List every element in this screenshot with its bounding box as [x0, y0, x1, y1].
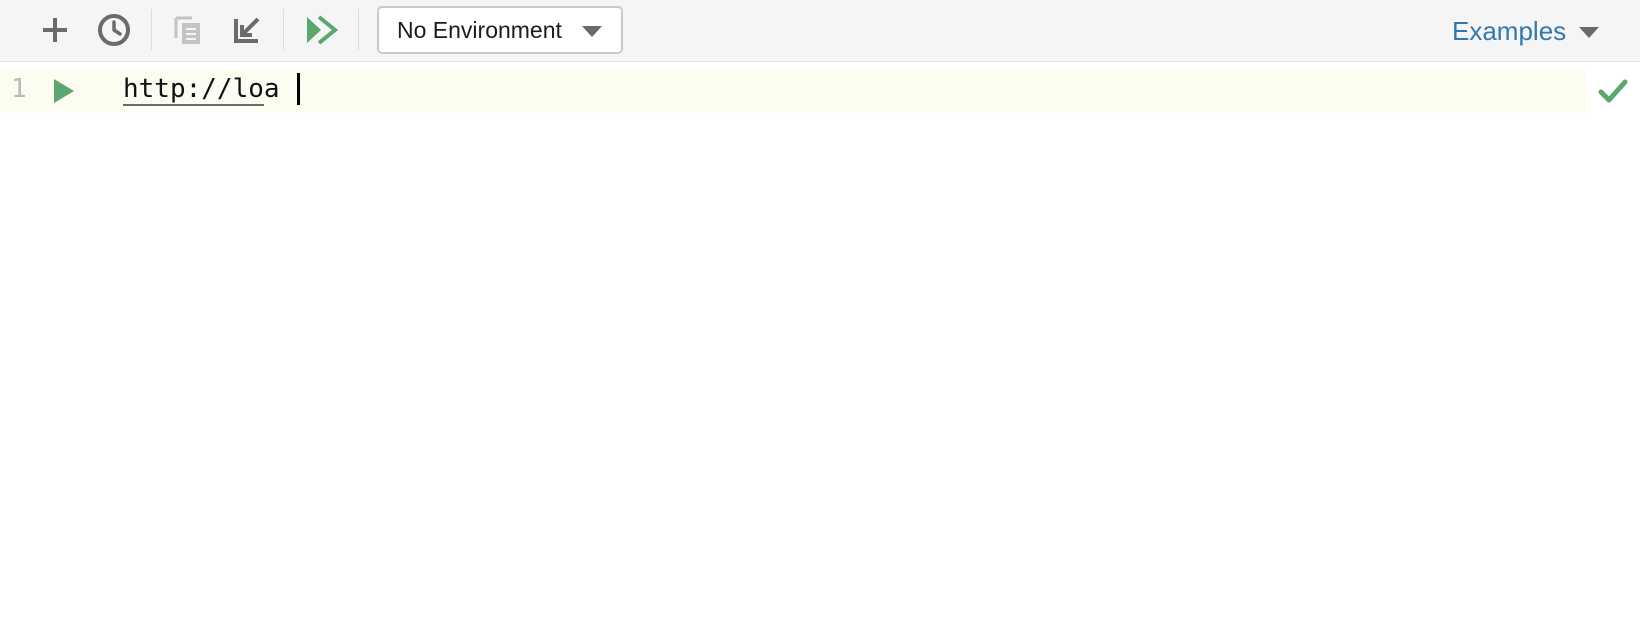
run-all-button[interactable] — [302, 10, 342, 50]
double-play-icon — [307, 15, 339, 45]
toolbar-divider — [283, 9, 284, 50]
environment-select-value: No Environment — [397, 16, 562, 43]
chevron-down-icon — [1579, 26, 1600, 38]
editor-line[interactable]: 1 http://loa — [0, 69, 1587, 113]
copy-icon — [174, 16, 200, 44]
request-url-text[interactable]: http://loa — [123, 74, 280, 106]
checkmark-icon — [1598, 79, 1628, 103]
request-editor[interactable]: 1 http://loa — [0, 63, 1640, 642]
run-line-icon[interactable] — [52, 77, 76, 105]
arrow-down-left-icon — [234, 17, 260, 43]
plus-icon — [43, 18, 67, 42]
clock-icon — [98, 14, 130, 46]
url-rest-text: a — [263, 74, 280, 104]
examples-label: Examples — [1452, 15, 1567, 46]
url-link-text: http://lo — [123, 74, 264, 106]
environment-select[interactable]: No Environment — [377, 6, 623, 54]
toolbar-divider — [358, 9, 359, 50]
line-number: 1 — [11, 74, 27, 104]
toolbar: No Environment Examples — [0, 0, 1640, 62]
chevron-down-icon — [582, 26, 602, 37]
import-button[interactable] — [227, 10, 267, 50]
text-cursor — [297, 73, 300, 105]
copy-button[interactable] — [168, 10, 208, 50]
add-request-button[interactable] — [35, 10, 75, 50]
toolbar-divider — [151, 9, 152, 50]
history-button[interactable] — [94, 10, 134, 50]
examples-menu[interactable]: Examples — [1452, 13, 1600, 49]
